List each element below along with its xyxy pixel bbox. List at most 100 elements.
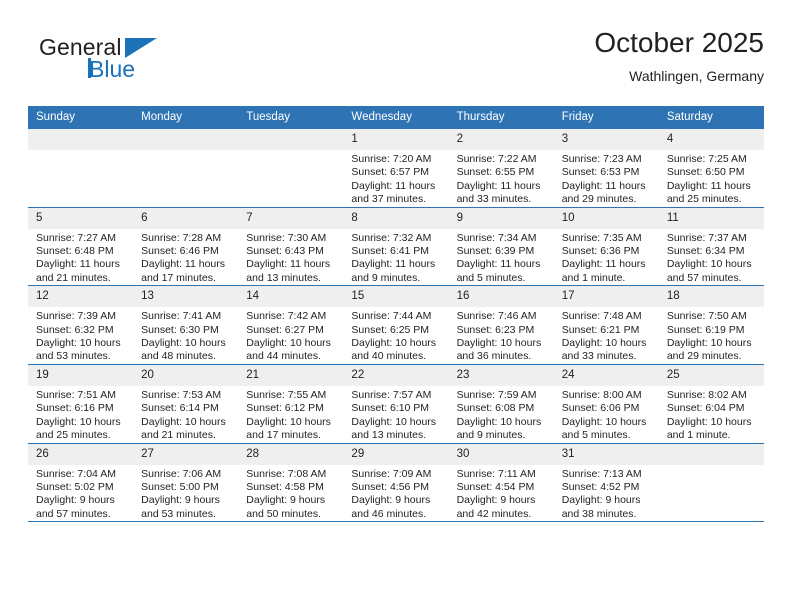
daylight-text: Daylight: 11 hours and 37 minutes. bbox=[351, 179, 436, 206]
calendar-day-cell[interactable]: 29 Sunrise: 7:09 AM Sunset: 4:56 PM Dayligh… bbox=[343, 443, 449, 523]
day-number: 27 bbox=[133, 443, 239, 465]
calendar-day-cell[interactable]: 27 Sunrise: 7:06 AM Sunset: 5:00 PM Dayligh… bbox=[133, 443, 239, 523]
day-details: Sunrise: 7:09 AM Sunset: 4:56 PM Daylight:… bbox=[343, 465, 448, 522]
sunset-text: Sunset: 6:25 PM bbox=[351, 323, 430, 336]
sunrise-text: Sunrise: 7:57 AM bbox=[351, 388, 432, 401]
sunset-text: Sunset: 6:57 PM bbox=[351, 166, 430, 179]
calendar-day-cell[interactable]: 12 Sunrise: 7:39 AM Sunset: 6:32 PM Dayligh… bbox=[28, 285, 134, 365]
day-number: 7 bbox=[238, 207, 344, 229]
day-number: 17 bbox=[553, 286, 659, 308]
calendar-day-cell[interactable]: 11 Sunrise: 7:37 AM Sunset: 6:34 PM Dayligh… bbox=[658, 207, 764, 287]
calendar-day-cell[interactable]: 7 Sunrise: 7:30 AM Sunset: 6:43 PM Daylight… bbox=[238, 207, 344, 287]
calendar-day-cell[interactable]: 13 Sunrise: 7:41 AM Sunset: 6:30 PM Dayligh… bbox=[133, 285, 239, 365]
calendar-day-cell[interactable]: 21 Sunrise: 7:55 AM Sunset: 6:12 PM Dayligh… bbox=[238, 364, 344, 444]
day-details: Sunrise: 7:46 AM Sunset: 6:23 PM Daylight:… bbox=[449, 307, 554, 364]
calendar-week-row: 26 Sunrise: 7:04 AM Sunset: 5:02 PM Dayligh… bbox=[28, 443, 764, 523]
day-details: Sunrise: 7:25 AM Sunset: 6:50 PM Daylight:… bbox=[659, 150, 764, 207]
sunset-text: Sunset: 6:04 PM bbox=[666, 402, 745, 415]
sunset-text: Sunset: 6:19 PM bbox=[666, 323, 745, 336]
daylight-text: Daylight: 9 hours and 53 minutes. bbox=[141, 494, 220, 520]
daylight-text: Daylight: 9 hours and 38 minutes. bbox=[561, 494, 641, 520]
daylight-text: Daylight: 11 hours and 17 minutes. bbox=[141, 258, 225, 284]
daylight-text: Daylight: 11 hours and 1 minute. bbox=[561, 258, 646, 284]
sunset-text: Sunset: 6:21 PM bbox=[561, 323, 640, 336]
calendar-day-cell[interactable]: 17 Sunrise: 7:48 AM Sunset: 6:21 PM Dayligh… bbox=[553, 285, 659, 365]
page-title: October 2025 bbox=[594, 27, 764, 58]
calendar-day-cell[interactable]: 1 Sunrise: 7:20 AM Sunset: 6:57 PM Daylight… bbox=[343, 129, 449, 208]
calendar-day-cell[interactable]: 14 Sunrise: 7:42 AM Sunset: 6:27 PM Dayligh… bbox=[238, 285, 344, 365]
calendar-day-cell[interactable]: 3 Sunrise: 7:23 AM Sunset: 6:53 PM Daylight… bbox=[553, 129, 659, 208]
sunset-text: Sunset: 6:46 PM bbox=[141, 245, 219, 258]
weekday-header-thursday: Thursday bbox=[448, 106, 554, 129]
sunrise-text: Sunrise: 7:41 AM bbox=[141, 310, 222, 323]
calendar-cell-empty bbox=[238, 129, 344, 208]
day-number: 16 bbox=[448, 286, 554, 308]
calendar-day-cell[interactable]: 8 Sunrise: 7:32 AM Sunset: 6:41 PM Daylight… bbox=[343, 207, 449, 287]
daylight-text: Daylight: 11 hours and 29 minutes. bbox=[561, 179, 646, 206]
day-details: Sunrise: 8:00 AM Sunset: 6:06 PM Daylight:… bbox=[554, 386, 659, 443]
sunset-text: Sunset: 6:27 PM bbox=[246, 323, 324, 336]
day-details: Sunrise: 7:23 AM Sunset: 6:53 PM Daylight:… bbox=[554, 150, 659, 207]
day-number: 28 bbox=[238, 443, 344, 465]
day-details: Sunrise: 7:32 AM Sunset: 6:41 PM Daylight:… bbox=[343, 229, 448, 286]
calendar-day-cell[interactable]: 16 Sunrise: 7:46 AM Sunset: 6:23 PM Dayligh… bbox=[448, 285, 554, 365]
sunset-text: Sunset: 6:55 PM bbox=[456, 166, 535, 179]
sunrise-text: Sunrise: 7:22 AM bbox=[456, 153, 537, 165]
sunrise-text: Sunrise: 7:53 AM bbox=[141, 388, 222, 401]
daylight-text: Daylight: 11 hours and 21 minutes. bbox=[36, 258, 120, 284]
calendar-body: 1 Sunrise: 7:20 AM Sunset: 6:57 PM Daylight… bbox=[28, 129, 764, 523]
day-details: Sunrise: 7:13 AM Sunset: 4:52 PM Daylight:… bbox=[554, 465, 659, 522]
day-number: 20 bbox=[133, 364, 239, 386]
day-details: Sunrise: 7:34 AM Sunset: 6:39 PM Daylight:… bbox=[449, 229, 554, 286]
sunset-text: Sunset: 6:34 PM bbox=[666, 245, 745, 258]
calendar-day-cell[interactable]: 20 Sunrise: 7:53 AM Sunset: 6:14 PM Dayligh… bbox=[133, 364, 239, 444]
sunrise-text: Sunrise: 7:20 AM bbox=[351, 153, 432, 165]
day-number: 12 bbox=[28, 286, 134, 308]
sunrise-text: Sunrise: 8:02 AM bbox=[666, 388, 747, 401]
calendar-page: General Blue October 2025 Wathlingen, Ge… bbox=[0, 0, 792, 612]
sunrise-text: Sunrise: 7:51 AM bbox=[36, 388, 116, 401]
sunset-text: Sunset: 5:00 PM bbox=[141, 480, 219, 493]
general-blue-logo[interactable]: General Blue bbox=[28, 34, 248, 94]
daylight-text: Daylight: 11 hours and 13 minutes. bbox=[246, 258, 331, 284]
calendar-day-cell[interactable]: 9 Sunrise: 7:34 AM Sunset: 6:39 PM Daylight… bbox=[448, 207, 554, 287]
calendar-day-cell[interactable]: 23 Sunrise: 7:59 AM Sunset: 6:08 PM Dayligh… bbox=[448, 364, 554, 444]
day-number: 15 bbox=[343, 286, 449, 308]
sunset-text: Sunset: 5:02 PM bbox=[36, 480, 114, 493]
calendar-day-cell[interactable]: 24 Sunrise: 8:00 AM Sunset: 6:06 PM Dayligh… bbox=[553, 364, 659, 444]
day-number bbox=[133, 129, 239, 150]
day-details: Sunrise: 7:28 AM Sunset: 6:46 PM Daylight:… bbox=[133, 229, 238, 286]
calendar-day-cell[interactable]: 25 Sunrise: 8:02 AM Sunset: 6:04 PM Dayligh… bbox=[658, 364, 764, 444]
sunset-text: Sunset: 6:23 PM bbox=[456, 323, 535, 336]
calendar-day-cell[interactable]: 30 Sunrise: 7:11 AM Sunset: 4:54 PM Dayligh… bbox=[448, 443, 554, 523]
calendar-day-cell[interactable]: 10 Sunrise: 7:35 AM Sunset: 6:36 PM Dayligh… bbox=[553, 207, 659, 287]
daylight-text: Daylight: 10 hours and 9 minutes. bbox=[456, 415, 542, 442]
daylight-text: Daylight: 10 hours and 53 minutes. bbox=[36, 337, 121, 363]
calendar-day-cell[interactable]: 2 Sunrise: 7:22 AM Sunset: 6:55 PM Daylight… bbox=[448, 129, 554, 208]
day-number: 6 bbox=[133, 207, 239, 229]
calendar-day-cell[interactable]: 19 Sunrise: 7:51 AM Sunset: 6:16 PM Dayligh… bbox=[28, 364, 134, 444]
daylight-text: Daylight: 10 hours and 29 minutes. bbox=[666, 337, 752, 363]
sunrise-text: Sunrise: 7:32 AM bbox=[351, 231, 432, 244]
sunset-text: Sunset: 6:36 PM bbox=[561, 245, 640, 258]
daylight-text: Daylight: 11 hours and 5 minutes. bbox=[456, 258, 541, 284]
calendar-day-cell[interactable]: 6 Sunrise: 7:28 AM Sunset: 6:46 PM Daylight… bbox=[133, 207, 239, 287]
calendar-week-row: 5 Sunrise: 7:27 AM Sunset: 6:48 PM Daylight… bbox=[28, 207, 764, 287]
daylight-text: Daylight: 11 hours and 33 minutes. bbox=[456, 179, 541, 206]
calendar-day-cell[interactable]: 18 Sunrise: 7:50 AM Sunset: 6:19 PM Dayligh… bbox=[658, 285, 764, 365]
day-number: 30 bbox=[448, 443, 554, 465]
calendar-day-cell[interactable]: 26 Sunrise: 7:04 AM Sunset: 5:02 PM Dayligh… bbox=[28, 443, 134, 523]
sunset-text: Sunset: 6:39 PM bbox=[456, 245, 535, 258]
calendar-day-cell[interactable]: 15 Sunrise: 7:44 AM Sunset: 6:25 PM Dayligh… bbox=[343, 285, 449, 365]
sunrise-text: Sunrise: 7:46 AM bbox=[456, 310, 537, 323]
calendar-day-cell[interactable]: 22 Sunrise: 7:57 AM Sunset: 6:10 PM Dayligh… bbox=[343, 364, 449, 444]
calendar-day-cell[interactable]: 5 Sunrise: 7:27 AM Sunset: 6:48 PM Daylight… bbox=[28, 207, 134, 287]
sunrise-text: Sunrise: 7:34 AM bbox=[456, 231, 537, 244]
calendar-day-cell[interactable]: 4 Sunrise: 7:25 AM Sunset: 6:50 PM Daylight… bbox=[658, 129, 764, 208]
calendar-day-cell[interactable]: 28 Sunrise: 7:08 AM Sunset: 4:58 PM Dayligh… bbox=[238, 443, 344, 523]
logo-triangle-icon bbox=[125, 38, 157, 58]
weekday-header-saturday: Saturday bbox=[658, 106, 764, 129]
weekday-header-friday: Friday bbox=[553, 106, 659, 129]
daylight-text: Daylight: 10 hours and 1 minute. bbox=[666, 415, 752, 442]
calendar-day-cell[interactable]: 31 Sunrise: 7:13 AM Sunset: 4:52 PM Dayligh… bbox=[553, 443, 659, 523]
